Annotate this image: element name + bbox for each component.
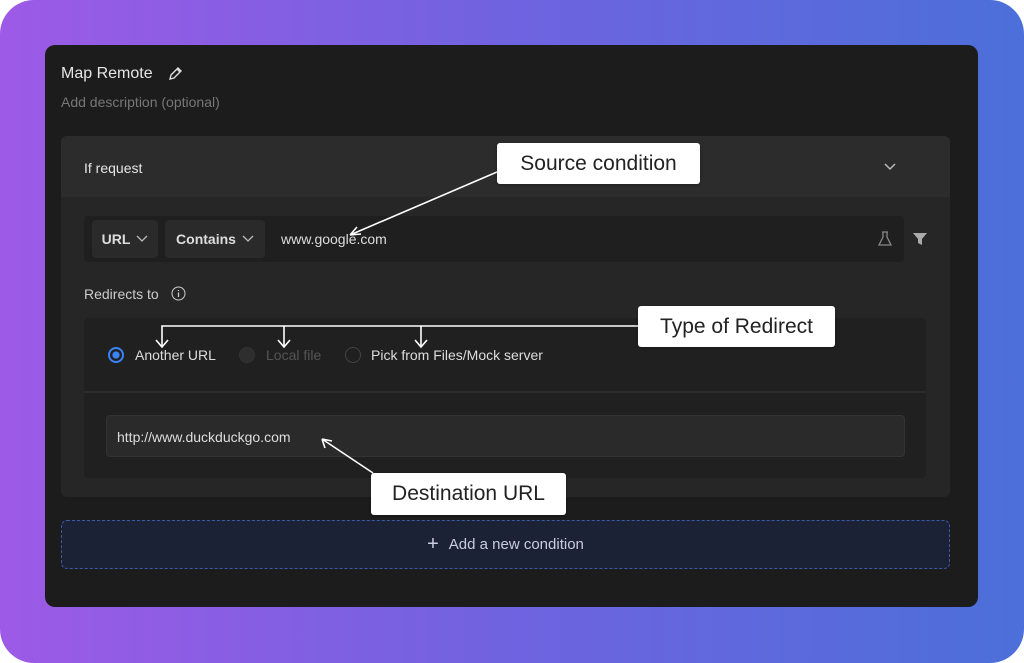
annotation-source-condition: Source condition xyxy=(497,143,700,184)
annotation-destination-url: Destination URL xyxy=(371,473,566,515)
annotation-type-of-redirect: Type of Redirect xyxy=(638,306,835,347)
annotation-arrows xyxy=(155,171,638,474)
